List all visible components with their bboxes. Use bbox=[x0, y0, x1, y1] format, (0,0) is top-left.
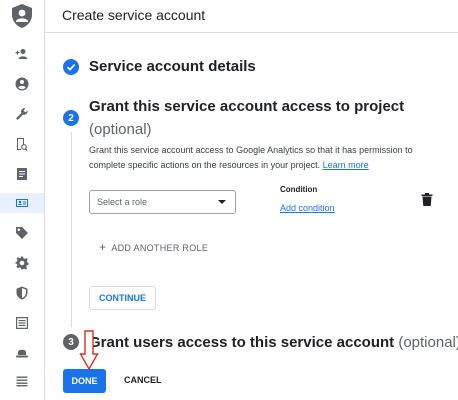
iam-shield-logo-icon bbox=[12, 4, 32, 28]
sidebar-item-settings[interactable] bbox=[12, 253, 32, 273]
step-3-title-text: Grant users access to this service accou… bbox=[89, 334, 395, 351]
checkmark-icon bbox=[66, 64, 76, 71]
step-2-title[interactable]: Grant this service account access to pro… bbox=[89, 98, 404, 115]
sidebar-item-service-accounts[interactable] bbox=[0, 193, 44, 213]
service-account-icon bbox=[16, 199, 28, 207]
sidebar-item-frames[interactable] bbox=[12, 313, 32, 333]
page-title: Create service account bbox=[62, 7, 206, 23]
add-condition-link[interactable]: Add condition bbox=[280, 203, 335, 213]
document-icon bbox=[17, 168, 27, 180]
learn-more-link[interactable]: Learn more bbox=[323, 160, 369, 170]
list-frame-icon bbox=[16, 317, 28, 329]
sidebar-item-hat[interactable] bbox=[12, 343, 32, 363]
sidebar-item-account[interactable] bbox=[12, 74, 32, 94]
sidebar-item-document[interactable] bbox=[12, 164, 32, 184]
sidebar-item-security[interactable] bbox=[12, 283, 32, 303]
trash-icon[interactable] bbox=[421, 193, 433, 206]
role-select[interactable]: Select a role bbox=[89, 190, 236, 214]
sidebar-item-wrench[interactable] bbox=[12, 104, 32, 124]
condition-label: Condition bbox=[280, 185, 318, 194]
red-arrow-annotation-icon bbox=[79, 330, 99, 370]
menu-lines-icon bbox=[16, 376, 28, 387]
account-circle-icon bbox=[15, 77, 29, 91]
step-connector-line bbox=[71, 132, 72, 327]
sidebar-item-audit[interactable] bbox=[12, 134, 32, 154]
dropdown-caret-icon bbox=[218, 200, 226, 204]
tag-icon bbox=[16, 227, 28, 239]
left-sidebar bbox=[0, 0, 45, 400]
add-person-icon bbox=[15, 49, 28, 59]
step-1-title[interactable]: Service account details bbox=[89, 58, 256, 75]
step-1-done-indicator bbox=[63, 59, 79, 75]
role-select-placeholder: Select a role bbox=[97, 197, 148, 207]
sidebar-item-tags[interactable] bbox=[12, 223, 32, 243]
done-button[interactable]: DONE bbox=[63, 369, 106, 393]
step-3-optional-label: (optional) bbox=[398, 334, 458, 351]
step-2-description: Grant this service account access to Goo… bbox=[89, 143, 444, 173]
step-2-number: 2 bbox=[63, 110, 79, 126]
wrench-icon bbox=[16, 108, 28, 120]
plus-icon: + bbox=[99, 240, 107, 254]
step-3-title[interactable]: Grant users access to this service accou… bbox=[89, 334, 458, 351]
header-bar: Create service account bbox=[45, 0, 458, 33]
step-3-number: 3 bbox=[63, 334, 79, 350]
shield-icon bbox=[16, 286, 28, 300]
add-another-role-button[interactable]: + ADD ANOTHER ROLE bbox=[99, 240, 208, 254]
hat-icon bbox=[16, 349, 28, 358]
continue-button[interactable]: CONTINUE bbox=[89, 286, 156, 310]
audit-doc-icon bbox=[17, 138, 28, 151]
add-another-role-label: ADD ANOTHER ROLE bbox=[111, 243, 209, 253]
step-2-optional-label: (optional) bbox=[89, 121, 152, 138]
sidebar-item-add-person[interactable] bbox=[12, 44, 32, 64]
cancel-button[interactable]: CANCEL bbox=[124, 375, 162, 385]
gear-icon bbox=[15, 256, 29, 270]
sidebar-item-menu[interactable] bbox=[12, 371, 32, 391]
